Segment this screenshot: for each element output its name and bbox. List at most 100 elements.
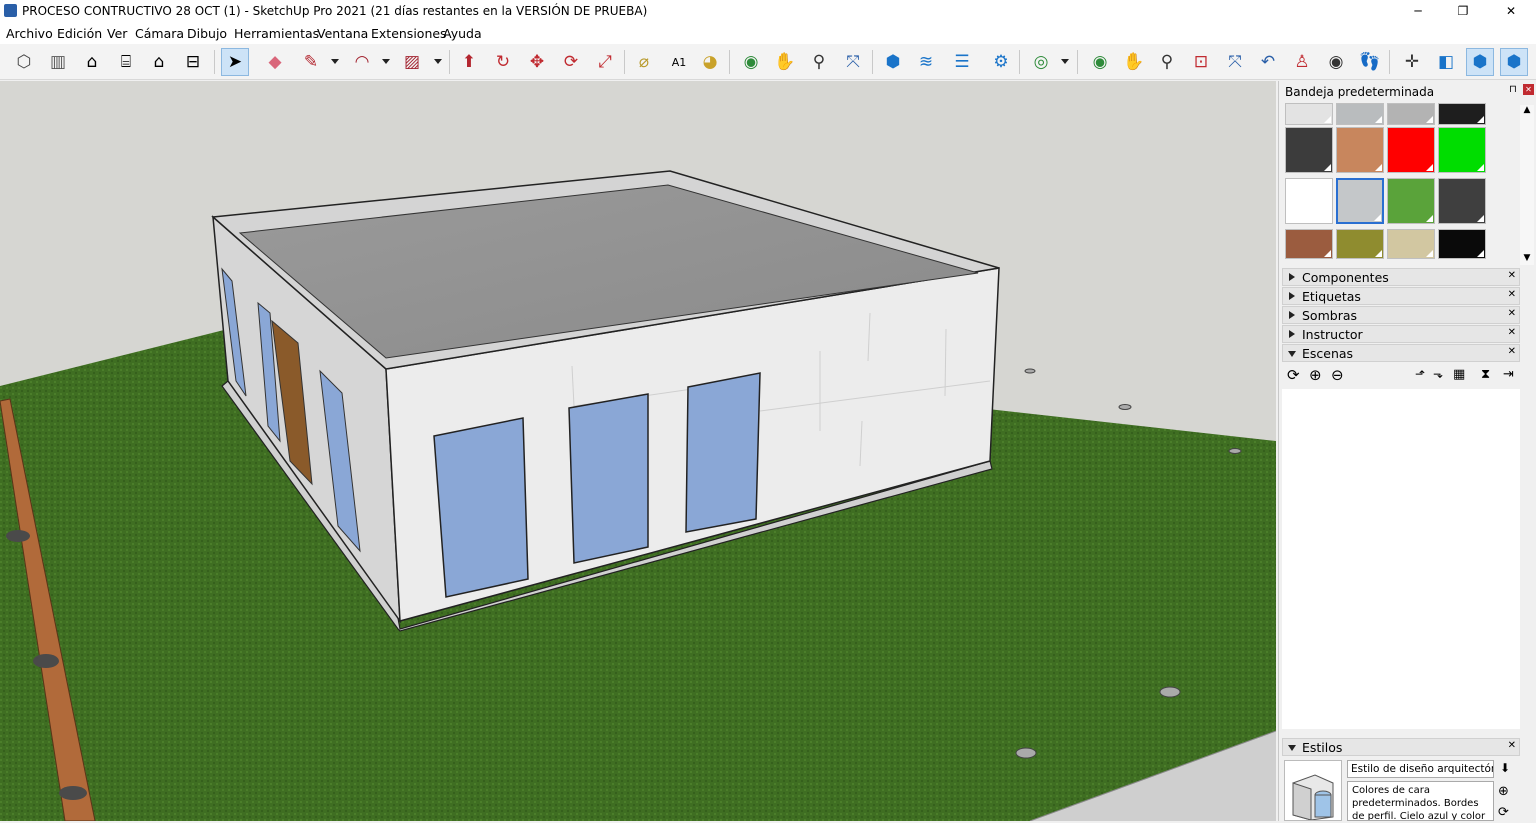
style-name-field[interactable]: Estilo de diseño arquitectónico <box>1347 760 1494 778</box>
details-icon[interactable]: ⧗ <box>1481 368 1490 381</box>
eraser-icon[interactable]: ◆ <box>261 48 289 76</box>
menu-camara[interactable]: Cámara <box>135 26 184 41</box>
menu-dibujo[interactable]: Dibujo <box>187 26 227 41</box>
zoom-icon[interactable]: ⚲ <box>805 48 833 76</box>
left-view-icon[interactable]: ⊟ <box>179 48 207 76</box>
style-description[interactable]: Colores de cara predeterminados. Bordes … <box>1347 781 1494 821</box>
layout-icon[interactable]: ☰ <box>948 48 976 76</box>
tape-measure-icon[interactable]: ⌀ <box>630 48 658 76</box>
panel-close-icon[interactable]: ✕ <box>1508 346 1516 357</box>
3d-warehouse-icon[interactable]: ⬢ <box>879 48 907 76</box>
menu-archivo[interactable]: Archivo <box>6 26 53 41</box>
move-up-icon[interactable]: ⬏ <box>1415 368 1425 380</box>
view-options-icon[interactable]: ▦ <box>1453 368 1465 381</box>
minimize-button[interactable]: ─ <box>1395 0 1441 22</box>
panel-close-icon[interactable]: ✕ <box>1508 308 1516 319</box>
previous-view-icon[interactable]: ↶ <box>1254 48 1282 76</box>
panel-close-icon[interactable]: ✕ <box>1508 740 1516 751</box>
material-swatch[interactable] <box>1438 229 1486 259</box>
zoom-extents-icon[interactable]: ⤧ <box>839 48 867 76</box>
scroll-down-icon[interactable]: ▼ <box>1520 253 1534 263</box>
material-swatch[interactable] <box>1336 103 1384 125</box>
material-swatch[interactable] <box>1387 178 1435 224</box>
orbit-icon[interactable]: ◉ <box>737 48 765 76</box>
extension-manager-icon[interactable]: ⚙ <box>987 48 1015 76</box>
scenes-list[interactable] <box>1282 389 1520 729</box>
text-icon[interactable]: A1 <box>665 48 693 76</box>
right-view-icon[interactable]: ⌸ <box>112 48 140 76</box>
material-scrollbar[interactable]: ▲ ▼ <box>1520 105 1534 265</box>
panel-sombras[interactable]: Sombras ✕ <box>1282 306 1520 324</box>
menu-extensiones[interactable]: Extensiones <box>371 26 447 41</box>
material-swatch[interactable] <box>1438 178 1486 224</box>
update-style-icon[interactable]: ⬇ <box>1500 761 1510 775</box>
tray-close-button[interactable]: ✕ <box>1523 84 1534 95</box>
material-swatch[interactable] <box>1438 127 1486 173</box>
pin-icon[interactable]: ⊓ <box>1509 84 1517 95</box>
panel-instructor[interactable]: Instructor ✕ <box>1282 325 1520 343</box>
rotate-icon[interactable]: ⟳ <box>557 48 585 76</box>
pan-icon[interactable]: ✋ <box>771 48 799 76</box>
front-view-icon[interactable]: ⌂ <box>78 48 106 76</box>
refresh-style-icon[interactable]: ⟳ <box>1498 805 1509 820</box>
create-style-icon[interactable]: ⊕ <box>1498 784 1509 799</box>
zoom-window-icon[interactable]: ⊡ <box>1187 48 1215 76</box>
pan-icon-2[interactable]: ✋ <box>1120 48 1148 76</box>
scene-menu-icon[interactable]: ⇥ <box>1503 368 1514 381</box>
menu-edicion[interactable]: Edición <box>57 26 102 41</box>
menu-ventana[interactable]: Ventana <box>317 26 368 41</box>
material-swatch[interactable] <box>1387 127 1435 173</box>
section-plane-icon[interactable]: ◧ <box>1432 48 1460 76</box>
panel-etiquetas[interactable]: Etiquetas ✕ <box>1282 287 1520 305</box>
material-swatch[interactable] <box>1285 229 1333 259</box>
arc-dropdown-icon[interactable] <box>382 59 390 64</box>
panel-close-icon[interactable]: ✕ <box>1508 289 1516 300</box>
material-swatch[interactable] <box>1285 103 1333 125</box>
panel-close-icon[interactable]: ✕ <box>1508 327 1516 338</box>
walk-icon[interactable]: 👣 <box>1356 48 1384 76</box>
rectangle-dropdown-icon[interactable] <box>434 59 442 64</box>
material-swatch[interactable] <box>1387 103 1435 125</box>
rectangle-icon[interactable]: ▨ <box>398 48 426 76</box>
panel-escenas[interactable]: Escenas ✕ <box>1282 344 1520 362</box>
add-scene-icon[interactable]: ⊕ <box>1309 368 1322 383</box>
remove-scene-icon[interactable]: ⊖ <box>1331 368 1344 383</box>
scroll-up-icon[interactable]: ▲ <box>1520 105 1534 115</box>
pencil-dropdown-icon[interactable] <box>331 59 339 64</box>
top-view-icon[interactable]: ▥ <box>44 48 72 76</box>
display-section-cuts-icon[interactable]: ⬢ <box>1500 48 1528 76</box>
refresh-icon[interactable]: ⟳ <box>1287 368 1300 383</box>
close-button[interactable]: ✕ <box>1488 0 1534 22</box>
push-pull-icon[interactable]: ⬆ <box>455 48 483 76</box>
back-view-icon[interactable]: ⌂ <box>145 48 173 76</box>
account-icon[interactable]: ◎ <box>1027 48 1055 76</box>
account-dropdown-icon[interactable] <box>1061 59 1069 64</box>
menu-ayuda[interactable]: Ayuda <box>443 26 482 41</box>
orbit-icon-2[interactable]: ◉ <box>1086 48 1114 76</box>
menu-ver[interactable]: Ver <box>107 26 127 41</box>
zoom-extents-icon-2[interactable]: ⤧ <box>1221 48 1249 76</box>
material-swatch[interactable] <box>1285 127 1333 173</box>
model-viewport[interactable] <box>0 81 1276 821</box>
position-camera-icon[interactable]: ♙ <box>1288 48 1316 76</box>
iso-view-icon[interactable]: ⬡ <box>10 48 38 76</box>
menu-herramientas[interactable]: Herramientas <box>234 26 319 41</box>
material-swatch[interactable] <box>1336 127 1384 173</box>
look-around-icon[interactable]: ◉ <box>1322 48 1350 76</box>
follow-me-icon[interactable]: ↻ <box>489 48 517 76</box>
display-section-planes-icon[interactable]: ⬢ <box>1466 48 1494 76</box>
material-swatch[interactable] <box>1336 178 1384 224</box>
arc-icon[interactable]: ◠ <box>348 48 376 76</box>
axes-icon[interactable]: ✛ <box>1398 48 1426 76</box>
extension-warehouse-icon[interactable]: ≋ <box>912 48 940 76</box>
material-swatch[interactable] <box>1438 103 1486 125</box>
move-icon[interactable]: ✥ <box>523 48 551 76</box>
restore-button[interactable]: ❐ <box>1440 0 1486 22</box>
move-down-icon[interactable]: ⬎ <box>1433 368 1443 380</box>
pencil-icon[interactable]: ✎ <box>297 48 325 76</box>
panel-close-icon[interactable]: ✕ <box>1508 270 1516 281</box>
material-swatch[interactable] <box>1387 229 1435 259</box>
zoom-icon-2[interactable]: ⚲ <box>1153 48 1181 76</box>
scale-icon[interactable]: ⤢ <box>591 48 619 76</box>
material-swatch[interactable] <box>1336 229 1384 259</box>
